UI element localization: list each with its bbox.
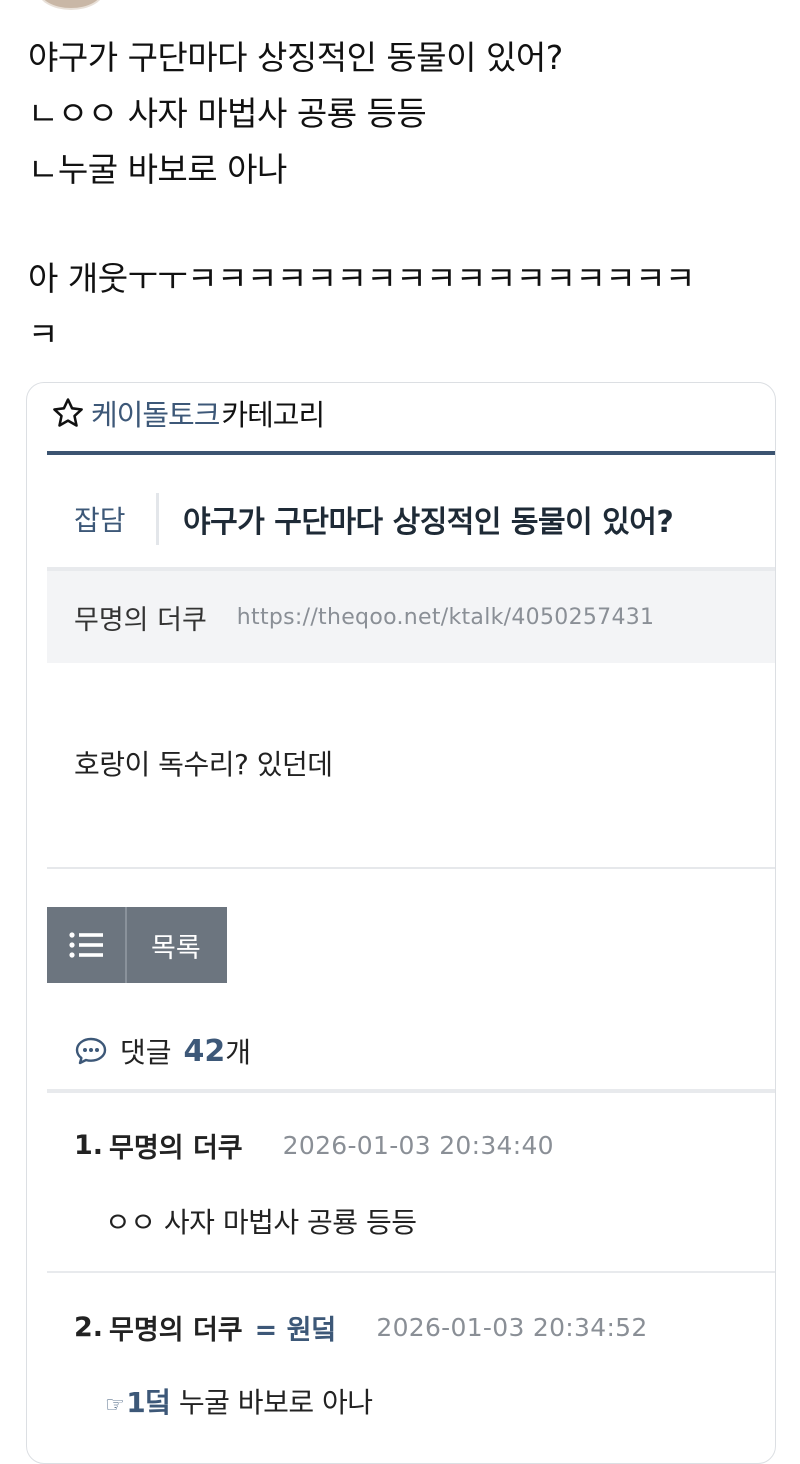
- list-icon-cell: [47, 907, 127, 983]
- post-category[interactable]: 잡담: [47, 499, 156, 539]
- post-title-row: 잡담 야구가 구단마다 상징적인 동물이 있어?: [47, 487, 775, 551]
- comment-date: 2026-01-03 20:34:52: [376, 1312, 648, 1342]
- speech-bubble-icon: [75, 1037, 107, 1065]
- pointing-hand-icon: ☞: [105, 1393, 125, 1418]
- reply-reference[interactable]: 1덬: [126, 1386, 171, 1419]
- comment-number: 1.: [74, 1129, 104, 1161]
- header-divider: [47, 451, 775, 455]
- list-button[interactable]: 목록: [47, 907, 227, 983]
- post-url[interactable]: https://theqoo.net/ktalk/4050257431: [237, 605, 655, 630]
- comment-divider: [47, 1271, 775, 1273]
- op-badge: = 원덬: [254, 1314, 337, 1346]
- comment-author: 무명의 더쿠: [109, 1132, 243, 1164]
- comment-meta: 2. 무명의 더쿠 = 원덬 2026-01-03 20:34:52: [74, 1307, 648, 1347]
- body-divider: [47, 867, 775, 869]
- comment-date: 2026-01-03 20:34:40: [282, 1130, 554, 1160]
- comment-text: 누굴 바보로 아나: [178, 1386, 373, 1419]
- post-author: 무명의 더쿠: [74, 604, 207, 636]
- comments-unit: 개: [225, 1036, 252, 1069]
- post-title: 야구가 구단마다 상징적인 동물이 있어?: [183, 505, 674, 540]
- tweet-text: 야구가 구단마다 상징적인 동물이 있어? ㄴㅇㅇ 사자 마법사 공룡 등등 ㄴ…: [28, 30, 788, 363]
- category-name[interactable]: 케이돌토크: [91, 392, 220, 434]
- comment-number: 2.: [74, 1311, 104, 1343]
- star-outline-icon[interactable]: [51, 396, 85, 430]
- comments-count: 42: [183, 1033, 226, 1069]
- tweet-line: 야구가 구단마다 상징적인 동물이 있어?: [28, 38, 563, 77]
- category-suffix: 카테고리: [221, 398, 325, 432]
- comment-meta: 1. 무명의 더쿠 2026-01-03 20:34:40: [74, 1125, 554, 1165]
- list-icon: [69, 932, 103, 958]
- category-header[interactable]: 케이돌토크 카테고리: [51, 391, 325, 435]
- tweet-line: ㄴㅇㅇ 사자 마법사 공룡 등등: [28, 94, 427, 133]
- comments-header: 댓글 42 개: [74, 1029, 251, 1073]
- comment-body: ☞1덬 누굴 바보로 아나: [105, 1381, 373, 1421]
- post-body: 호랑이 독수리? 있던데: [74, 748, 333, 781]
- tweet-line: ㄴ누굴 바보로 아나: [28, 150, 287, 189]
- post-meta: 무명의 더쿠 https://theqoo.net/ktalk/40502574…: [47, 567, 775, 663]
- comment-text: ㅇㅇ 사자 마법사 공룡 등등: [105, 1206, 417, 1239]
- comment-author: 무명의 더쿠: [109, 1314, 243, 1346]
- avatar[interactable]: [38, 0, 104, 10]
- comments-label: 댓글: [120, 1036, 172, 1069]
- title-divider: [156, 493, 159, 545]
- comments-divider: [47, 1089, 775, 1093]
- link-preview-card[interactable]: 케이돌토크 카테고리 잡담 야구가 구단마다 상징적인 동물이 있어? 무명의 …: [26, 382, 776, 1464]
- tweet-line: ㅋ: [28, 315, 58, 354]
- list-button-label: 목록: [151, 932, 201, 964]
- tweet-line: 아 개웃ㅜㅜㅋㅋㅋㅋㅋㅋㅋㅋㅋㅋㅋㅋㅋㅋㅋㅋㅋ: [28, 259, 695, 298]
